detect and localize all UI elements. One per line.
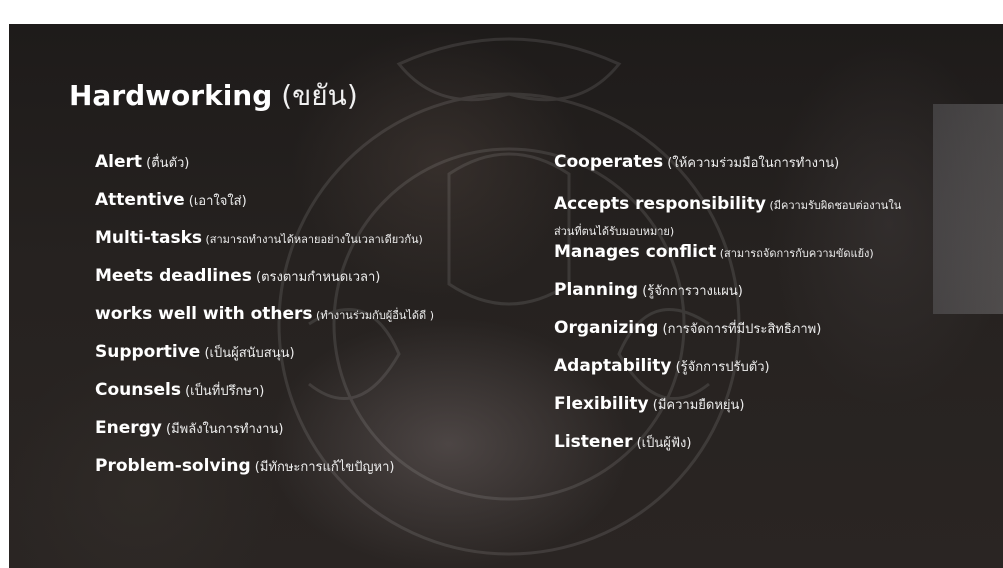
trait-translation: (ตื่นตัว): [142, 156, 190, 171]
trait-name: Flexibility: [554, 394, 649, 414]
trait-translation: (เอาใจใส่): [184, 194, 247, 209]
trait-name: Planning: [554, 280, 639, 300]
trait-translation: (เป็นที่ปรึกษา): [180, 384, 265, 399]
trait-item: works well with others (ทำงานร่วมกับผู้อ…: [95, 304, 535, 342]
trait-translation: (ตรงตามกำหนดเวลา): [251, 270, 381, 285]
trait-item: Multi-tasks (สามารถทำงานได้หลายอย่างในเว…: [95, 228, 535, 266]
trait-name: Accepts responsibility: [554, 194, 766, 214]
slide-title: Hardworking (ขยัน): [69, 74, 358, 118]
trait-translation: (การจัดการที่มีประสิทธิภาพ): [658, 322, 822, 337]
trait-list-right: Cooperates (ให้ความร่วมมือในการทำงาน) Ac…: [554, 152, 994, 470]
trait-item: Listener (เป็นผู้ฟัง): [554, 432, 994, 470]
trait-translation: (สามารถทำงานได้หลายอย่างในเวลาเดียวกัน): [202, 233, 423, 246]
trait-name: Multi-tasks: [95, 228, 202, 248]
trait-item: Meets deadlines (ตรงตามกำหนดเวลา): [95, 266, 535, 304]
trait-name: Energy: [95, 418, 162, 438]
trait-translation-continued: ส่วนที่ตนได้รับมอบหมาย): [554, 225, 675, 238]
trait-name: Supportive: [95, 342, 201, 362]
trait-name: Meets deadlines: [95, 266, 252, 286]
trait-translation: (มีทักษะการแก้ไขปัญหา): [250, 460, 395, 475]
trait-item: Planning (รู้จักการวางแผน): [554, 280, 994, 318]
trait-translation: (รู้จักการวางแผน): [638, 284, 743, 299]
trait-name: Adaptability: [554, 356, 672, 376]
trait-item: Energy (มีพลังในการทำงาน): [95, 418, 535, 456]
trait-item: Counsels (เป็นที่ปรึกษา): [95, 380, 535, 418]
title-english: Hardworking: [69, 79, 273, 112]
trait-item: Attentive (เอาใจใส่): [95, 190, 535, 228]
trait-item: Flexibility (มีความยืดหยุ่น): [554, 394, 994, 432]
trait-item: Problem-solving (มีทักษะการแก้ไขปัญหา): [95, 456, 535, 494]
trait-translation: (เป็นผู้สนับสนุน): [200, 346, 295, 361]
trait-name: Listener: [554, 432, 633, 452]
trait-translation: (รู้จักการปรับตัว): [671, 360, 770, 375]
trait-name: Problem-solving: [95, 456, 251, 476]
trait-translation: (มีพลังในการทำงาน): [161, 422, 284, 437]
trait-item: Supportive (เป็นผู้สนับสนุน): [95, 342, 535, 380]
trait-name: Manages conflict: [554, 242, 717, 262]
trait-name: Counsels: [95, 380, 181, 400]
trait-item: Alert (ตื่นตัว): [95, 152, 535, 190]
trait-item: Organizing (การจัดการที่มีประสิทธิภาพ): [554, 318, 994, 356]
trait-item: Cooperates (ให้ความร่วมมือในการทำงาน): [554, 152, 994, 190]
trait-item: Manages conflict (สามารถจัดการกับความขัด…: [554, 242, 994, 280]
trait-translation: (สามารถจัดการกับความขัดแย้ง): [716, 247, 874, 260]
trait-list-left: Alert (ตื่นตัว) Attentive (เอาใจใส่) Mul…: [95, 152, 535, 494]
trait-translation: (มีความยืดหยุ่น): [648, 398, 745, 413]
trait-name: Alert: [95, 152, 143, 172]
trait-item: Adaptability (รู้จักการปรับตัว): [554, 356, 994, 394]
trait-name: Cooperates: [554, 152, 664, 172]
trait-item: Accepts responsibility (มีความรับผิดชอบต…: [554, 190, 994, 242]
title-thai: (ขยัน): [281, 79, 358, 112]
trait-name: Organizing: [554, 318, 659, 338]
trait-translation: (ให้ความร่วมมือในการทำงาน): [663, 156, 840, 171]
trait-translation: (เป็นผู้ฟัง): [632, 436, 692, 451]
trait-name: works well with others: [95, 304, 313, 324]
trait-translation: (ทำงานร่วมกับผู้อื่นได้ดี ): [312, 309, 434, 322]
trait-translation: (มีความรับผิดชอบต่องานใน: [765, 199, 902, 212]
trait-name: Attentive: [95, 190, 185, 210]
slide-background: Hardworking (ขยัน) Alert (ตื่นตัว) Atten…: [9, 24, 1003, 568]
